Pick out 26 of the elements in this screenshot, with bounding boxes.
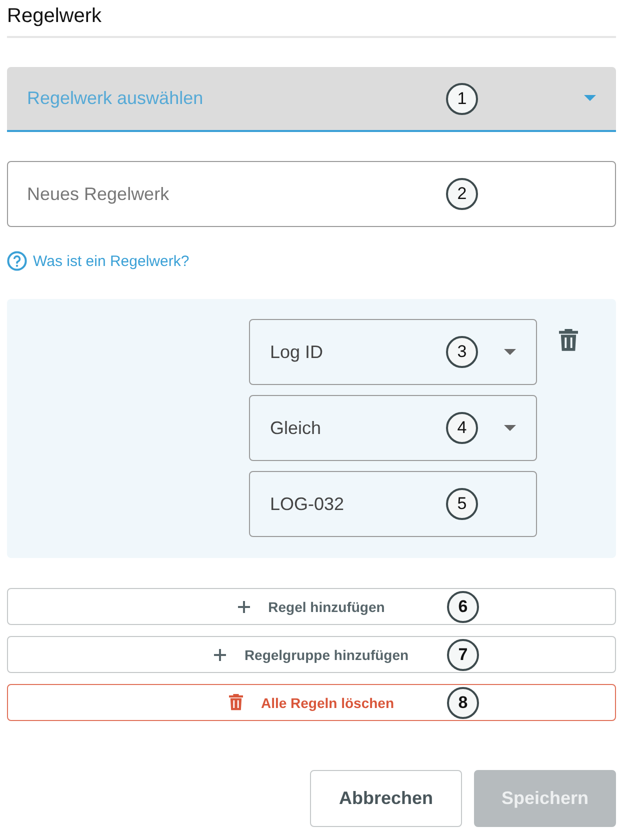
callout-number: 2	[446, 178, 478, 210]
help-icon	[7, 251, 27, 271]
callout-number: 7	[447, 638, 479, 670]
delete-all-button[interactable]: Alle Regeln löschen 8	[7, 684, 616, 721]
trash-icon	[559, 329, 578, 351]
rule-select[interactable]: Gleich 4	[249, 395, 537, 461]
caret-icon	[504, 424, 516, 432]
trash-icon	[228, 694, 243, 711]
page-title: Regelwerk	[7, 0, 616, 38]
plus-icon	[214, 648, 226, 660]
add-button[interactable]: Regelgruppe hinzufügen 7	[7, 636, 616, 673]
add-button[interactable]: Regel hinzufügen 6	[7, 588, 616, 625]
rule-value-field[interactable]: LOG-032 5	[249, 471, 537, 537]
callout-number: 4	[446, 412, 478, 444]
caret-icon	[584, 95, 596, 102]
callout-number: 6	[447, 590, 479, 622]
delete-rule-button[interactable]	[557, 327, 580, 353]
callout-number: 3	[446, 336, 478, 368]
callout-number: 5	[446, 488, 478, 520]
rule-select[interactable]: Log ID 3	[249, 319, 537, 385]
caret-icon	[504, 348, 516, 356]
plus-icon	[238, 600, 250, 612]
callout-number: 1	[446, 82, 478, 114]
ruleset-select[interactable]: Regelwerk auswählen 1	[7, 67, 616, 132]
cancel-button[interactable]: Abbrechen	[310, 770, 462, 827]
callout-number: 8	[447, 686, 479, 718]
